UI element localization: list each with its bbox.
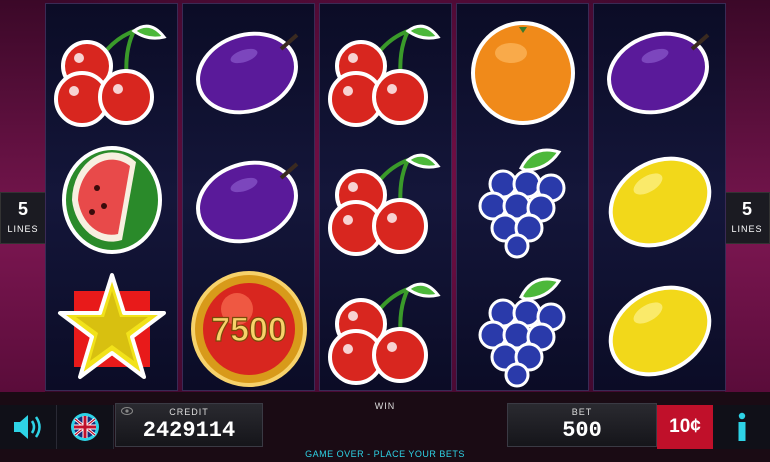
reel-4 <box>456 3 589 391</box>
lines-label: LINES <box>731 224 763 234</box>
bet-label: BET <box>571 407 593 417</box>
speaker-icon <box>14 415 41 439</box>
symbol-orange <box>457 6 588 135</box>
symbol-plum <box>594 6 725 135</box>
lines-count: 5 <box>741 199 752 219</box>
plum-icon <box>195 31 298 114</box>
cherry-icon <box>327 153 441 256</box>
plum-icon <box>195 160 298 243</box>
bet-value: 500 <box>562 418 602 443</box>
cherry-icon <box>327 282 441 385</box>
reel-2: 7500 <box>182 3 315 391</box>
symbol-cherry <box>320 264 451 393</box>
win-display: WIN <box>263 396 507 446</box>
coin-value: 7500 <box>211 311 287 349</box>
status-message: GAME OVER - PLACE YOUR BETS <box>305 449 465 459</box>
win-label: WIN <box>374 401 396 411</box>
credit-label: CREDIT <box>169 407 209 417</box>
denomination-value: 10¢ <box>669 416 701 437</box>
symbol-grapes <box>457 264 588 393</box>
lines-count: 5 <box>17 199 28 219</box>
reels-area: 7500 <box>45 3 726 391</box>
symbol-star <box>46 264 177 393</box>
symbol-lemon <box>594 135 725 264</box>
coin-7500-icon: 7500 <box>190 270 307 387</box>
star-icon <box>57 272 166 379</box>
symbol-cherry <box>46 6 177 135</box>
reel-5 <box>593 3 726 391</box>
watermelon-icon <box>61 145 162 254</box>
lines-indicator-left: 5 LINES <box>0 192 46 244</box>
grapes-icon <box>478 277 565 387</box>
lemon-icon <box>608 285 711 376</box>
lines-indicator-right: 5 LINES <box>724 192 770 244</box>
plum-icon <box>606 31 709 114</box>
symbol-cherry <box>320 135 451 264</box>
credit-value: 2429114 <box>142 418 236 443</box>
info-button[interactable] <box>713 405 770 449</box>
sound-button[interactable] <box>0 405 57 449</box>
eye-icon[interactable] <box>121 407 133 415</box>
info-icon <box>738 412 745 441</box>
lines-label: LINES <box>7 224 39 234</box>
orange-icon <box>470 20 575 125</box>
symbol-cherry <box>320 6 451 135</box>
cherry-icon <box>327 24 441 127</box>
reel-3 <box>319 3 452 391</box>
bet-display[interactable]: BET 500 <box>507 403 657 447</box>
symbol-lemon <box>594 264 725 393</box>
credit-display: CREDIT 2429114 <box>115 403 263 447</box>
uk-flag-icon <box>71 413 99 441</box>
symbol-grapes <box>457 135 588 264</box>
symbol-plum <box>183 6 314 135</box>
lemon-icon <box>608 156 711 247</box>
reel-1 <box>45 3 178 391</box>
symbol-watermelon <box>46 135 177 264</box>
symbol-plum <box>183 135 314 264</box>
cherry-icon <box>53 24 167 127</box>
denomination-button[interactable]: 10¢ <box>657 405 713 449</box>
language-button[interactable] <box>57 405 114 449</box>
symbol-coin-7500: 7500 <box>183 264 314 393</box>
grapes-icon <box>478 148 565 258</box>
